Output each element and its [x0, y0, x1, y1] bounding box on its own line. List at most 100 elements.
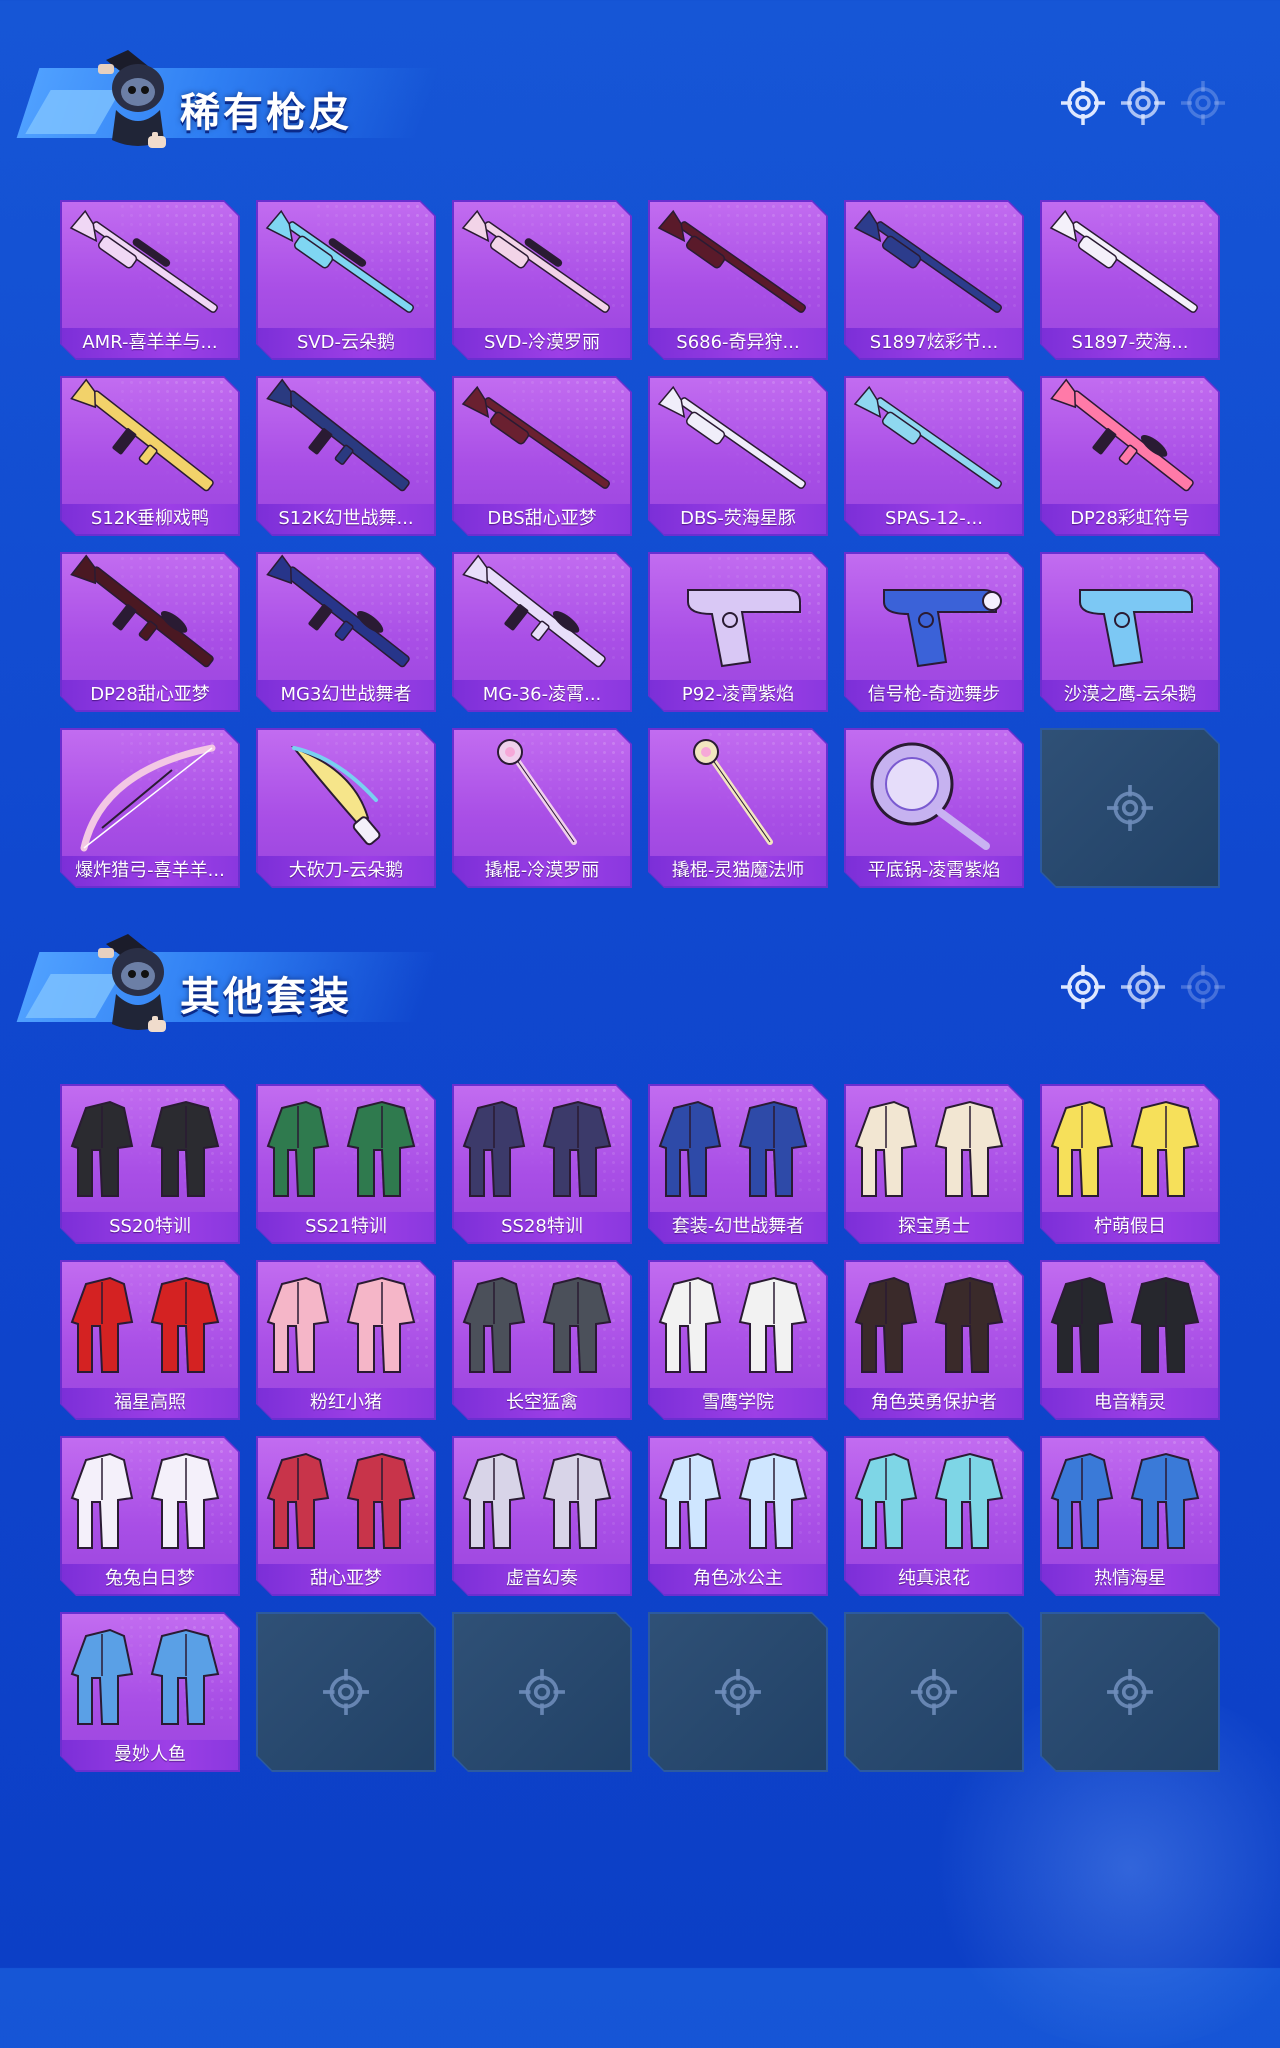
machine-gun-icon	[1042, 378, 1218, 504]
outfit-icon	[650, 1086, 826, 1212]
item-label: 撬棍-灵猫魔法师	[650, 856, 826, 886]
section-title: 其他套装	[180, 974, 352, 1020]
item-card[interactable]: 撬棍-灵猫魔法师	[648, 728, 828, 888]
shotgun-icon	[650, 202, 826, 328]
item-label: DBS-荧海星豚	[650, 504, 826, 534]
crosshair-icon	[1120, 964, 1166, 1010]
item-label: SS21特训	[258, 1212, 434, 1242]
outfit-icon	[650, 1262, 826, 1388]
item-card[interactable]: 长空猛禽	[452, 1260, 632, 1420]
outfit-icon	[1042, 1262, 1218, 1388]
item-label: 热情海星	[1042, 1564, 1218, 1594]
outfit-icon	[258, 1438, 434, 1564]
item-card[interactable]: 探宝勇士	[844, 1084, 1024, 1244]
item-card[interactable]: MG3幻世战舞者	[256, 552, 436, 712]
sniper-rifle-icon	[454, 202, 630, 328]
item-card[interactable]: 爆炸猎弓-喜羊羊...	[60, 728, 240, 888]
bow-icon	[62, 730, 238, 856]
item-card[interactable]: DP28甜心亚梦	[60, 552, 240, 712]
item-card[interactable]: 撬棍-冷漠罗丽	[452, 728, 632, 888]
item-label: 电音精灵	[1042, 1388, 1218, 1418]
item-card[interactable]: S1897炫彩节...	[844, 200, 1024, 360]
item-card[interactable]: 曼妙人鱼	[60, 1612, 240, 1772]
machine-gun-icon	[258, 554, 434, 680]
crosshair-icon	[1106, 1668, 1154, 1716]
item-card[interactable]: DP28彩虹符号	[1040, 376, 1220, 536]
item-card[interactable]: AMR-喜羊羊与...	[60, 200, 240, 360]
item-card[interactable]: 套装-幻世战舞者	[648, 1084, 828, 1244]
item-card[interactable]: 柠萌假日	[1040, 1084, 1220, 1244]
item-card[interactable]: 福星高照	[60, 1260, 240, 1420]
item-card[interactable]: 平底锅-凌霄紫焰	[844, 728, 1024, 888]
crosshair-icon	[1106, 784, 1154, 832]
item-card[interactable]: 热情海星	[1040, 1436, 1220, 1596]
item-label: 柠萌假日	[1042, 1212, 1218, 1242]
mascot-icon	[88, 40, 180, 158]
item-card[interactable]: S12K幻世战舞...	[256, 376, 436, 536]
crosshair-icon	[1180, 80, 1226, 126]
item-card[interactable]: SS21特训	[256, 1084, 436, 1244]
outfit-icon	[846, 1086, 1022, 1212]
item-label: 甜心亚梦	[258, 1564, 434, 1594]
outfit-icon	[650, 1438, 826, 1564]
item-card[interactable]: 甜心亚梦	[256, 1436, 436, 1596]
item-label: DP28甜心亚梦	[62, 680, 238, 710]
item-label: 大砍刀-云朵鹅	[258, 856, 434, 886]
item-card[interactable]: SVD-云朵鹅	[256, 200, 436, 360]
item-label: DBS甜心亚梦	[454, 504, 630, 534]
item-card[interactable]: 角色英勇保护者	[844, 1260, 1024, 1420]
item-card[interactable]: 电音精灵	[1040, 1260, 1220, 1420]
item-label: 纯真浪花	[846, 1564, 1022, 1594]
item-card[interactable]: 大砍刀-云朵鹅	[256, 728, 436, 888]
item-label: S1897炫彩节...	[846, 328, 1022, 358]
item-label: S686-奇异狩...	[650, 328, 826, 358]
outfit-icon	[846, 1438, 1022, 1564]
item-label: S12K幻世战舞...	[258, 504, 434, 534]
item-label: 平底锅-凌霄紫焰	[846, 856, 1022, 886]
item-card[interactable]: 虚音幻奏	[452, 1436, 632, 1596]
item-card[interactable]: S686-奇异狩...	[648, 200, 828, 360]
item-label: SS20特训	[62, 1212, 238, 1242]
item-card[interactable]: SS28特训	[452, 1084, 632, 1244]
item-card[interactable]: 信号枪-奇迹舞步	[844, 552, 1024, 712]
item-card[interactable]: 沙漠之鹰-云朵鹅	[1040, 552, 1220, 712]
item-label: 兔兔白日梦	[62, 1564, 238, 1594]
item-card[interactable]: P92-凌霄紫焰	[648, 552, 828, 712]
item-label: SVD-云朵鹅	[258, 328, 434, 358]
item-card[interactable]: 雪鹰学院	[648, 1260, 828, 1420]
pistol-icon	[650, 554, 826, 680]
item-card[interactable]: SPAS-12-...	[844, 376, 1024, 536]
item-card[interactable]: DBS-荧海星豚	[648, 376, 828, 536]
item-card[interactable]: S12K垂柳戏鸭	[60, 376, 240, 536]
item-card[interactable]: DBS甜心亚梦	[452, 376, 632, 536]
item-card[interactable]: 兔兔白日梦	[60, 1436, 240, 1596]
empty-slot	[1040, 728, 1220, 888]
item-label: 探宝勇士	[846, 1212, 1022, 1242]
item-label: DP28彩虹符号	[1042, 504, 1218, 534]
item-card[interactable]: MG-36-凌霄...	[452, 552, 632, 712]
outfit-icon	[62, 1086, 238, 1212]
item-card[interactable]: 粉红小猪	[256, 1260, 436, 1420]
shotgun-icon	[650, 378, 826, 504]
item-card[interactable]: S1897-荧海...	[1040, 200, 1220, 360]
machete-icon	[258, 730, 434, 856]
crosshair-icon	[714, 1668, 762, 1716]
shotgun-icon	[1042, 202, 1218, 328]
shotgun-icon	[846, 202, 1022, 328]
item-label: S1897-荧海...	[1042, 328, 1218, 358]
empty-slot	[256, 1612, 436, 1772]
pistol-icon	[1042, 554, 1218, 680]
item-label: MG-36-凌霄...	[454, 680, 630, 710]
scepter-icon	[650, 730, 826, 856]
item-card[interactable]: 角色冰公主	[648, 1436, 828, 1596]
item-label: 长空猛禽	[454, 1388, 630, 1418]
outfit-icon	[846, 1262, 1022, 1388]
item-label: MG3幻世战舞者	[258, 680, 434, 710]
outfit-icon	[454, 1086, 630, 1212]
crosshair-icon	[322, 1668, 370, 1716]
item-card[interactable]: SS20特训	[60, 1084, 240, 1244]
item-card[interactable]: SVD-冷漠罗丽	[452, 200, 632, 360]
section-decoration	[1060, 964, 1230, 1012]
item-card[interactable]: 纯真浪花	[844, 1436, 1024, 1596]
item-label: 撬棍-冷漠罗丽	[454, 856, 630, 886]
